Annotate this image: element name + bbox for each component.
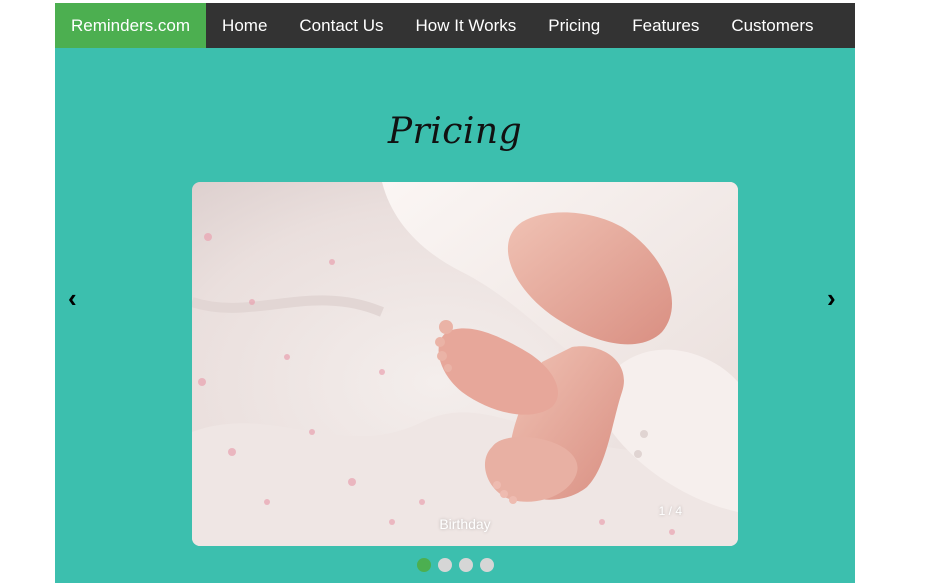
slide-dot-4[interactable] [479,558,494,572]
nav-item-features[interactable]: Features [616,3,715,48]
nav-item-contact-us[interactable]: Contact Us [283,3,399,48]
page-title: Pricing [387,111,523,152]
nav-item-customers[interactable]: Customers [715,3,829,48]
slide-dot-2[interactable] [437,558,452,572]
top-navbar: Reminders.com Home Contact Us How It Wor… [55,3,855,48]
nav-item-how-it-works[interactable]: How It Works [400,3,533,48]
slide-dot-1[interactable] [416,558,431,572]
slide-counter: 1 / 4 [658,504,682,518]
next-slide-arrow-icon[interactable]: › [827,283,836,313]
prev-slide-arrow-icon[interactable]: ‹ [68,283,77,313]
baby-feet-photo [192,182,738,546]
slide-image-frame: Birthday 1 / 4 [192,182,738,546]
slide-indicator-dots [55,558,855,572]
slide-caption: Birthday [439,516,491,532]
brand-link[interactable]: Reminders.com [55,3,207,48]
nav-item-pricing[interactable]: Pricing [532,3,616,48]
nav-item-home[interactable]: Home [206,3,283,48]
slide-dot-3[interactable] [458,558,473,572]
app-container: Reminders.com Home Contact Us How It Wor… [55,3,855,583]
